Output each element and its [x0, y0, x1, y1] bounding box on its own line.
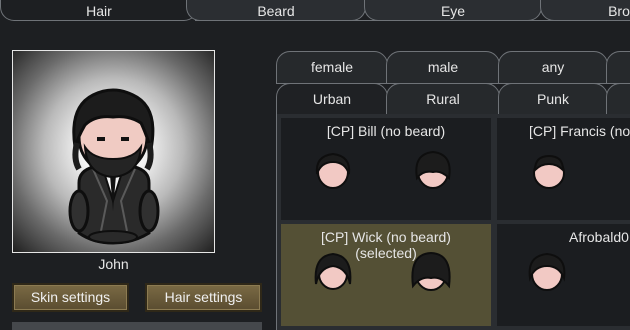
tab-any-label: any [541, 59, 565, 75]
tab-beard[interactable]: Beard [186, 0, 366, 21]
hair-style-label: [CP] Francis (no [529, 123, 630, 139]
tab-urban-label: Urban [312, 91, 352, 107]
hair-style-grid: [CP] Bill (no beard) [CP] Francis (no [C… [276, 114, 630, 330]
top-tab-divider [195, 20, 630, 21]
tab-rural-label: Rural [426, 91, 460, 107]
tab-male-label: male [427, 59, 459, 75]
hair-style-label: Afrobald0 [569, 229, 629, 245]
pawn-figure [68, 88, 160, 245]
head-front-icon [315, 152, 351, 189]
tab-hair[interactable]: Hair [0, 0, 198, 21]
tab-female[interactable]: female [276, 51, 388, 84]
hair-settings-button[interactable]: Hair settings [145, 283, 262, 312]
hair-style-cell-afrobald[interactable]: Afrobald0 [497, 224, 630, 326]
panel-edge [12, 322, 262, 330]
tab-brows-label: Bro [608, 3, 630, 19]
tab-brows[interactable]: Bro [540, 0, 630, 21]
tab-eye-label: Eye [440, 3, 466, 19]
tab-gender-more[interactable] [606, 51, 630, 84]
head-front-icon [314, 252, 352, 290]
skin-settings-button[interactable]: Skin settings [12, 283, 129, 312]
hair-back-icon [411, 251, 451, 291]
hair-style-cell-wick[interactable]: [CP] Wick (no beard) (selected) [281, 224, 491, 326]
tab-eye[interactable]: Eye [364, 0, 542, 21]
tab-female-label: female [310, 59, 354, 75]
tab-male[interactable]: male [386, 51, 500, 84]
head-front-icon [533, 154, 565, 189]
tab-punk[interactable]: Punk [498, 83, 608, 115]
pawn-portrait [12, 50, 215, 253]
tab-punk-label: Punk [537, 91, 569, 107]
hair-style-label: [CP] Bill (no beard) [326, 123, 446, 139]
tab-beard-label: Beard [257, 3, 295, 19]
hair-style-cell-francis[interactable]: [CP] Francis (no [497, 118, 630, 220]
tab-any[interactable]: any [498, 51, 608, 84]
hair-style-cell-bill[interactable]: [CP] Bill (no beard) [281, 118, 491, 220]
tab-hair-label: Hair [86, 3, 112, 19]
head-front-icon [528, 252, 566, 291]
hair-back-icon [415, 150, 451, 189]
tab-rural[interactable]: Rural [386, 83, 500, 115]
tab-urban[interactable]: Urban [276, 83, 388, 115]
tab-category-more[interactable] [606, 83, 630, 115]
pawn-name: John [98, 256, 129, 272]
